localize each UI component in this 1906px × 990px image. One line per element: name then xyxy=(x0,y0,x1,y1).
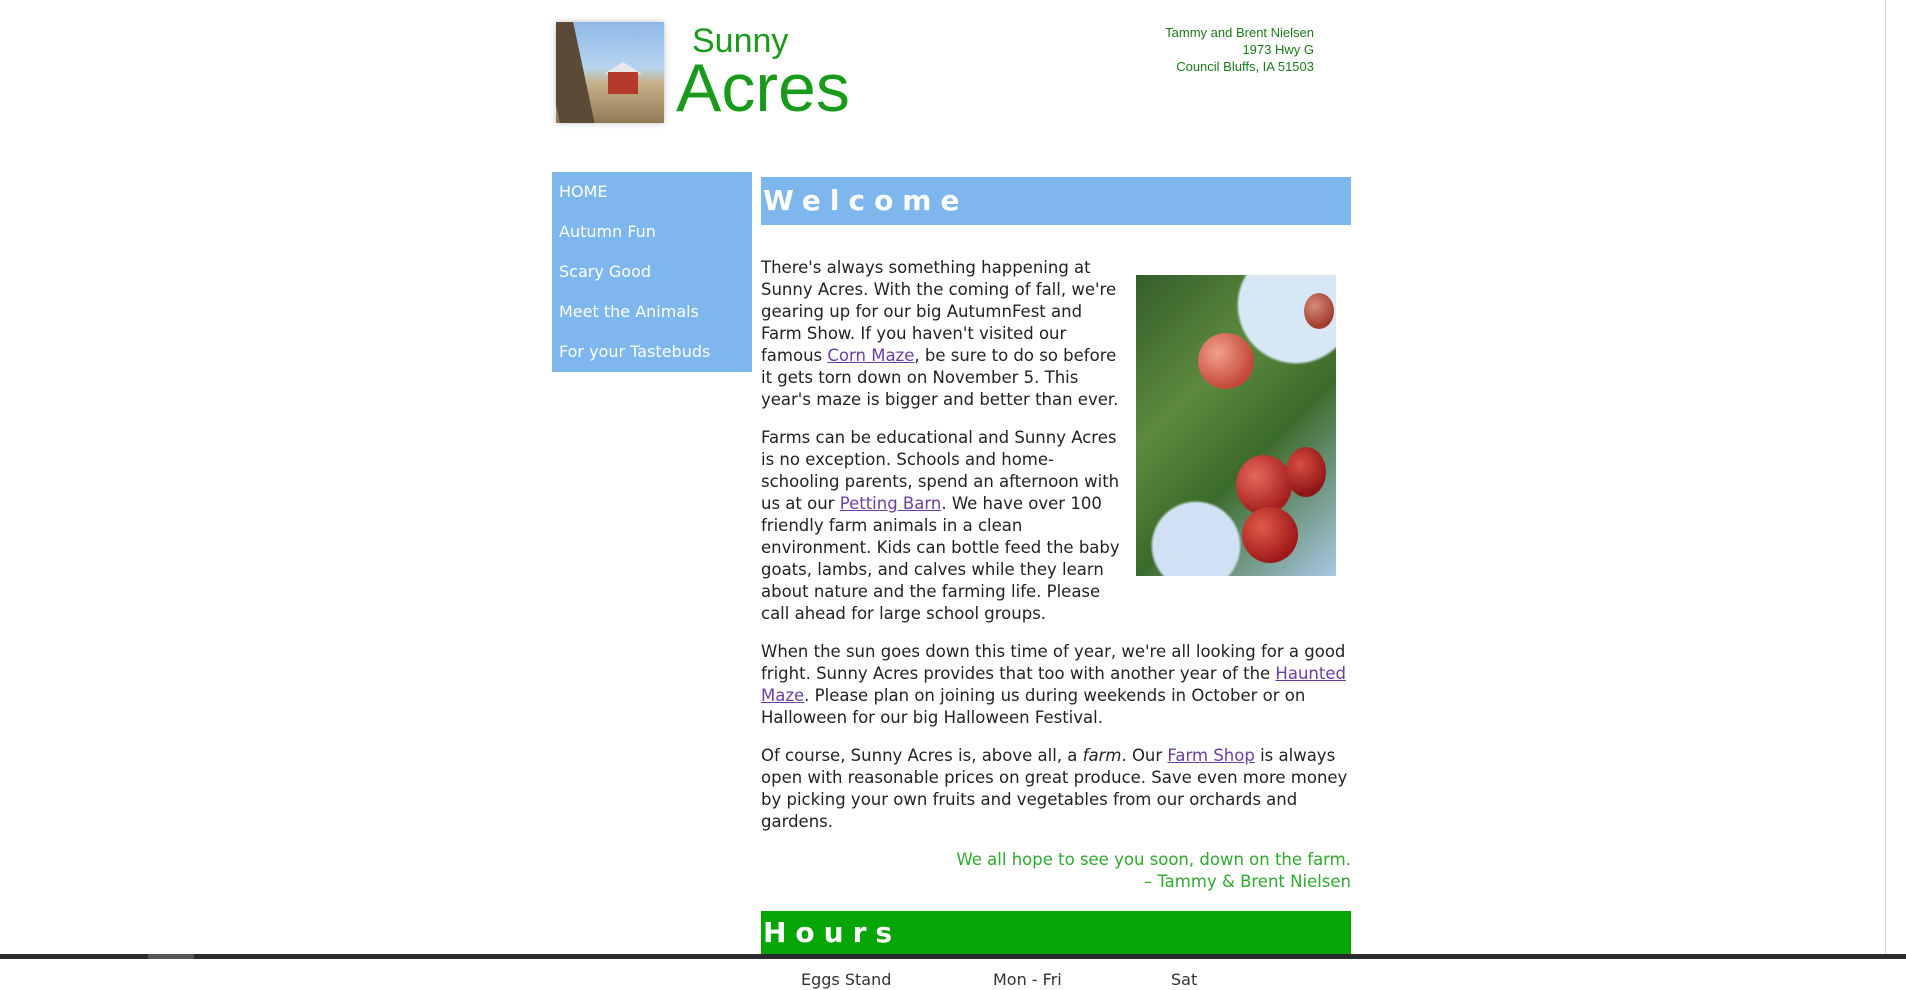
signoff-line-2: – Tammy & Brent Nielsen xyxy=(1143,872,1351,891)
address-line-city: Council Bluffs, IA 51503 xyxy=(1176,59,1314,74)
apple-shape xyxy=(1236,455,1292,515)
address-block: Tammy and Brent Nielsen 1973 Hwy G Counc… xyxy=(992,24,1314,75)
welcome-paragraph-4: Of course, Sunny Acres is, above all, a … xyxy=(761,745,1351,833)
hours-col-label: Eggs Stand xyxy=(801,970,892,989)
taskbar-segment xyxy=(148,954,194,959)
paragraph-text: . Our xyxy=(1121,746,1168,765)
corn-maze-link[interactable]: Corn Maze xyxy=(827,346,914,365)
apple-shape xyxy=(1198,333,1254,389)
scrollbar-edge xyxy=(1885,0,1886,954)
page: Sunny Acres Tammy and Brent Nielsen 1973… xyxy=(0,0,1906,989)
farm-shop-link[interactable]: Farm Shop xyxy=(1167,746,1254,765)
taskbar-strip xyxy=(0,954,1906,959)
apple-tree-photo xyxy=(1136,275,1336,576)
emphasis-text: farm xyxy=(1082,746,1122,765)
apple-shape xyxy=(1242,507,1298,563)
welcome-paragraph-3: When the sun goes down this time of year… xyxy=(761,641,1351,729)
paragraph-text: . We have over 100 friendly farm animals… xyxy=(761,494,1120,623)
hours-col-label: Mon - Fri xyxy=(993,970,1062,989)
barn-shape xyxy=(608,72,638,94)
welcome-heading: Welcome xyxy=(761,177,1351,225)
signoff: We all hope to see you soon, down on the… xyxy=(761,849,1351,893)
tree-shape xyxy=(556,22,596,123)
paragraph-text: Of course, Sunny Acres is, above all, a xyxy=(761,746,1083,765)
nav-item-for-your-tastebuds[interactable]: For your Tastebuds xyxy=(552,332,752,372)
main-nav: HOME Autumn Fun Scary Good Meet the Anim… xyxy=(552,172,752,372)
apple-shape xyxy=(1304,293,1334,329)
address-line-street: 1973 Hwy G xyxy=(1242,42,1314,57)
paragraph-text: When the sun goes down this time of year… xyxy=(761,642,1346,683)
nav-item-home[interactable]: HOME xyxy=(552,172,752,212)
hours-heading: Hours xyxy=(761,911,1351,954)
main-content: Welcome There's always something happeni… xyxy=(761,177,1351,990)
hours-header-row: Eggs Stand Mon - Fri Sat xyxy=(761,970,1351,990)
welcome-body: There's always something happening at Su… xyxy=(761,225,1351,893)
signoff-line-1: We all hope to see you soon, down on the… xyxy=(956,850,1351,869)
nav-item-autumn-fun[interactable]: Autumn Fun xyxy=(552,212,752,252)
logo-text-acres: Acres xyxy=(676,50,850,126)
petting-barn-link[interactable]: Petting Barn xyxy=(840,494,942,513)
paragraph-text: . Please plan on joining us during weeke… xyxy=(761,686,1306,727)
address-line-name: Tammy and Brent Nielsen xyxy=(1165,25,1314,40)
header-farm-photo xyxy=(556,22,664,123)
apple-shape xyxy=(1286,447,1326,497)
hours-col-label: Sat xyxy=(1171,970,1198,989)
nav-item-meet-the-animals[interactable]: Meet the Animals xyxy=(552,292,752,332)
page-container: Sunny Acres Tammy and Brent Nielsen 1973… xyxy=(552,0,1352,989)
nav-item-scary-good[interactable]: Scary Good xyxy=(552,252,752,292)
